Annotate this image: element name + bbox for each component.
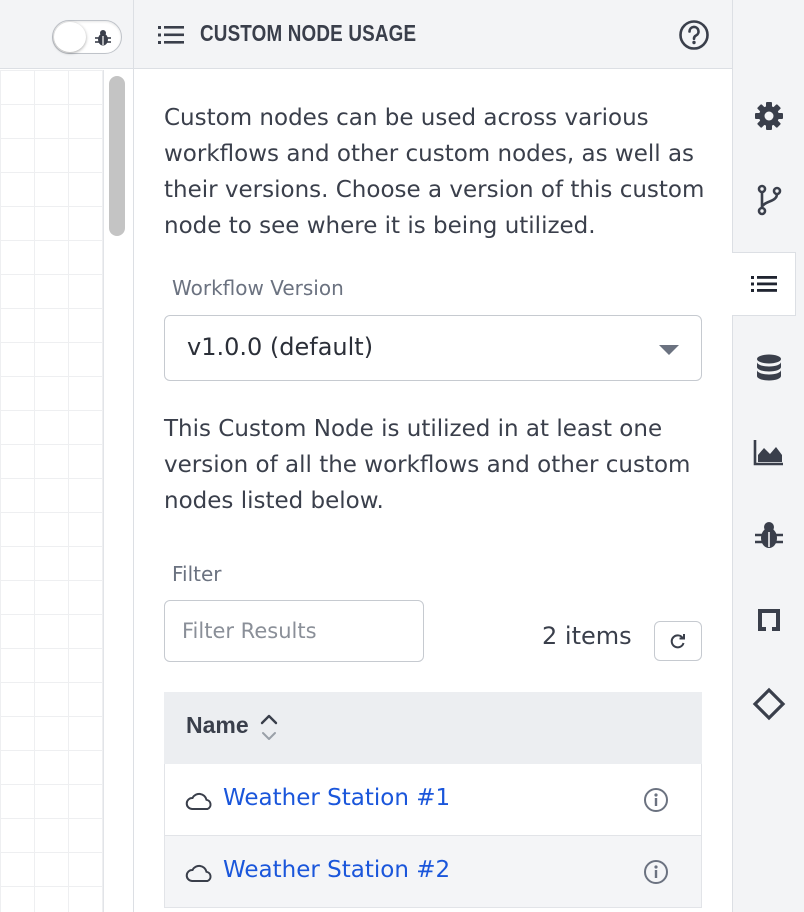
toggle-knob[interactable] [54, 22, 86, 52]
bug-icon [755, 522, 783, 548]
panel-body: Custom nodes can be used across various … [134, 70, 732, 912]
canvas-grid [0, 70, 104, 912]
refresh-button[interactable] [654, 621, 702, 661]
crop-icon [758, 609, 780, 631]
rail-settings[interactable] [733, 84, 804, 148]
version-select-value: v1.0.0 (default) [187, 333, 374, 361]
rail-stats[interactable] [733, 420, 804, 484]
list-icon [750, 276, 777, 292]
workflow-link[interactable]: Weather Station #1 [223, 785, 450, 811]
canvas-toolbar [0, 0, 133, 69]
cloud-icon [185, 792, 212, 810]
refresh-icon [670, 634, 685, 649]
debug-toggle[interactable] [52, 20, 122, 54]
canvas-scrollbar[interactable] [109, 76, 125, 236]
database-icon [757, 354, 781, 381]
usage-text: This Custom Node is utilized in at least… [164, 416, 691, 514]
table-row: Weather Station #2 [164, 836, 702, 908]
intro-text: Custom nodes can be used across various … [164, 105, 705, 239]
branch-icon [757, 184, 782, 216]
info-icon[interactable] [643, 859, 669, 885]
chevron-down-icon [659, 345, 679, 355]
items-count: 2 items [542, 622, 632, 650]
rail-versions[interactable] [733, 168, 804, 232]
workflow-canvas[interactable] [0, 0, 134, 912]
gear-icon [755, 102, 783, 130]
workflow-link[interactable]: Weather Station #2 [223, 857, 450, 883]
right-rail [732, 0, 804, 912]
rail-code[interactable] [733, 672, 804, 736]
usage-table: Name Weather Station #1 Weather Station … [164, 692, 702, 908]
filter-input[interactable] [164, 600, 424, 662]
version-label: Workflow Version [172, 276, 344, 300]
table-header: Name [164, 692, 702, 764]
area-chart-icon [753, 440, 783, 466]
version-select[interactable]: v1.0.0 (default) [164, 315, 702, 381]
table-row: Weather Station #1 [164, 764, 702, 836]
code-icon [752, 687, 786, 721]
rail-crop[interactable] [733, 588, 804, 652]
cloud-icon [185, 864, 212, 882]
question-circle-icon[interactable] [678, 19, 710, 51]
rail-storage[interactable] [733, 336, 804, 400]
info-icon[interactable] [643, 787, 669, 813]
rail-usage[interactable] [732, 252, 796, 316]
bug-icon [95, 30, 111, 46]
sort-icon[interactable] [259, 712, 279, 744]
panel-title: CUSTOM NODE USAGE [200, 20, 417, 46]
rail-debug[interactable] [733, 504, 804, 568]
column-header-name[interactable]: Name [186, 712, 249, 739]
filter-label: Filter [172, 562, 222, 586]
list-icon [158, 26, 184, 44]
panel-header: CUSTOM NODE USAGE [134, 0, 732, 69]
